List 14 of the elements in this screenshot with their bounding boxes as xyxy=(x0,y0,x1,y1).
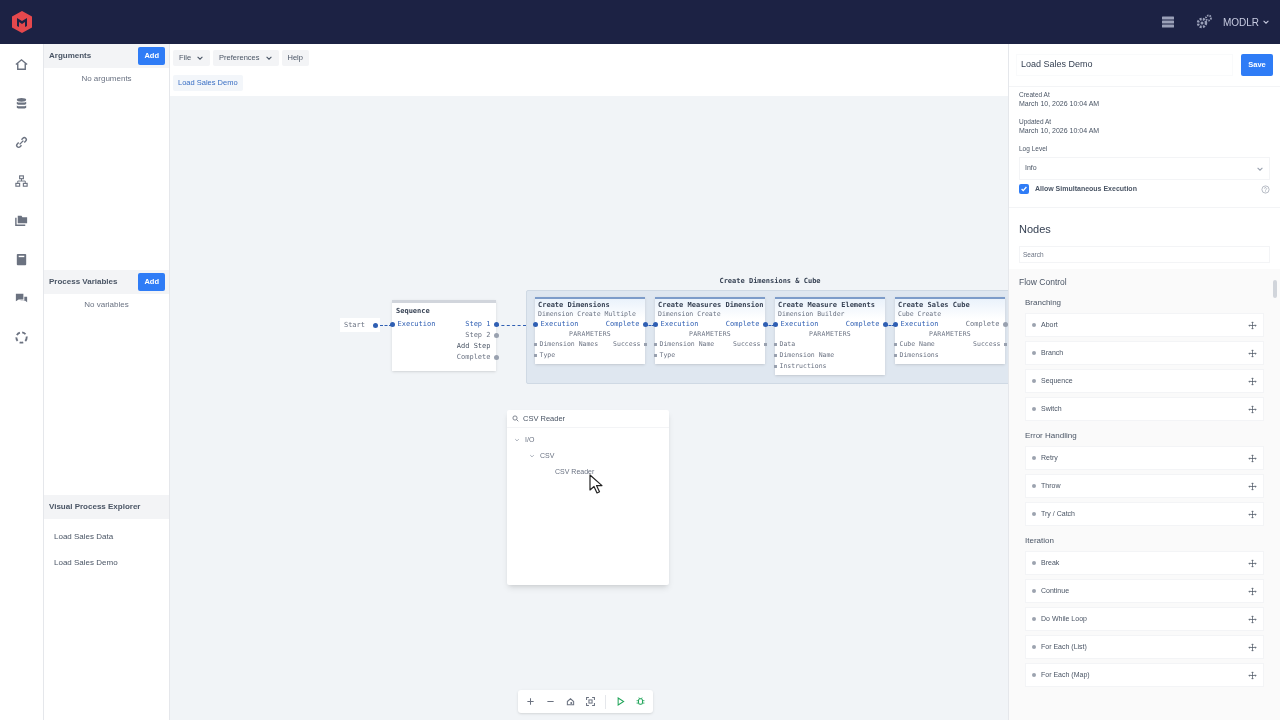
group-title: Branching xyxy=(1024,296,1063,309)
empty-message: No arguments xyxy=(81,73,132,85)
panel-title: Visual Process Explorer xyxy=(49,501,141,513)
category-title: Flow Control xyxy=(1019,275,1068,289)
group-title: Iteration xyxy=(1024,534,1055,547)
group-title: Error Handling xyxy=(1024,429,1078,442)
panel-title: Process Variables xyxy=(49,276,118,288)
process-link[interactable]: Load Sales Data xyxy=(54,531,169,543)
name-field[interactable]: Load Sales Demo xyxy=(1016,54,1233,76)
process-link[interactable]: Load Sales Demo xyxy=(54,557,169,569)
empty-message: No variables xyxy=(84,299,129,311)
user-menu[interactable]: MODLR xyxy=(1222,14,1270,30)
section-title: Nodes xyxy=(1019,221,1052,237)
panel-title: Arguments xyxy=(49,50,92,62)
